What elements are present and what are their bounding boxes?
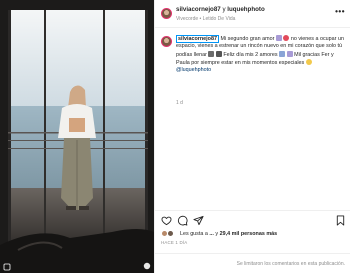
post-location[interactable]: Vivecorde • Letido De Vida: [176, 16, 235, 22]
likes-text: Les gusta a ... y 29,4 mil personas más: [180, 231, 277, 237]
post-image-scene: [0, 0, 154, 273]
emoji-icon: [215, 50, 222, 57]
likes-names[interactable]: ...: [209, 231, 214, 237]
emoji-icon: [286, 50, 293, 57]
comment-icon[interactable]: [177, 215, 188, 226]
caption-part-3: Feliz día mis 2 amores: [223, 51, 278, 58]
caption-mention[interactable]: @luquehphoto: [176, 67, 211, 73]
likes-summary: Les gusta a ... y 29,4 mil personas más: [161, 229, 347, 239]
more-dots-icon[interactable]: •••: [335, 7, 345, 16]
likes-count[interactable]: 29,4 mil personas más: [220, 231, 278, 237]
author-username[interactable]: silviacornejo87: [176, 6, 221, 13]
author-usernames: silviacornejo87 y luquehphoto: [176, 6, 265, 13]
smile-emoji-icon: [305, 58, 312, 65]
heart-emoji-icon: [283, 35, 290, 41]
caption-part-1: Mi segundo gran amor: [220, 36, 275, 42]
emoji-icon: [208, 50, 215, 57]
post-header: silviacornejo87 y luquehphoto Vivecorde …: [155, 0, 350, 28]
collaborator-username[interactable]: luquehphoto: [227, 6, 264, 13]
caption-block: silviacornejo87 Mi segundo gran amor no …: [155, 28, 350, 204]
caption-username[interactable]: silviacornejo87: [176, 35, 219, 44]
post-photo[interactable]: [0, 0, 154, 273]
emoji-icon: [275, 35, 282, 41]
caption-text: silviacornejo87 Mi segundo gran amor no …: [176, 35, 344, 74]
comments-disabled-notice: Se limitaron los comentarios en esta pub…: [236, 261, 345, 267]
bookmark-icon[interactable]: [335, 215, 346, 226]
liker-avatar[interactable]: [167, 230, 174, 237]
heart-icon[interactable]: [161, 215, 172, 226]
post-detail-panel: silviacornejo87 y luquehphoto Vivecorde …: [154, 0, 350, 273]
author-avatar[interactable]: [161, 8, 172, 19]
username-separator: y: [222, 6, 226, 13]
caption-time: 1 d: [176, 100, 183, 106]
caption-avatar[interactable]: [161, 36, 172, 47]
likes-connector: y: [215, 230, 219, 237]
post-date: HACE 1 DÍA: [161, 240, 188, 245]
likes-prefix: Les gusta a: [180, 230, 208, 237]
paper-plane-icon[interactable]: [193, 215, 204, 226]
action-bar: [155, 210, 350, 230]
emoji-icon: [279, 50, 286, 57]
comments-footer: Se limitaron los comentarios en esta pub…: [155, 253, 350, 273]
